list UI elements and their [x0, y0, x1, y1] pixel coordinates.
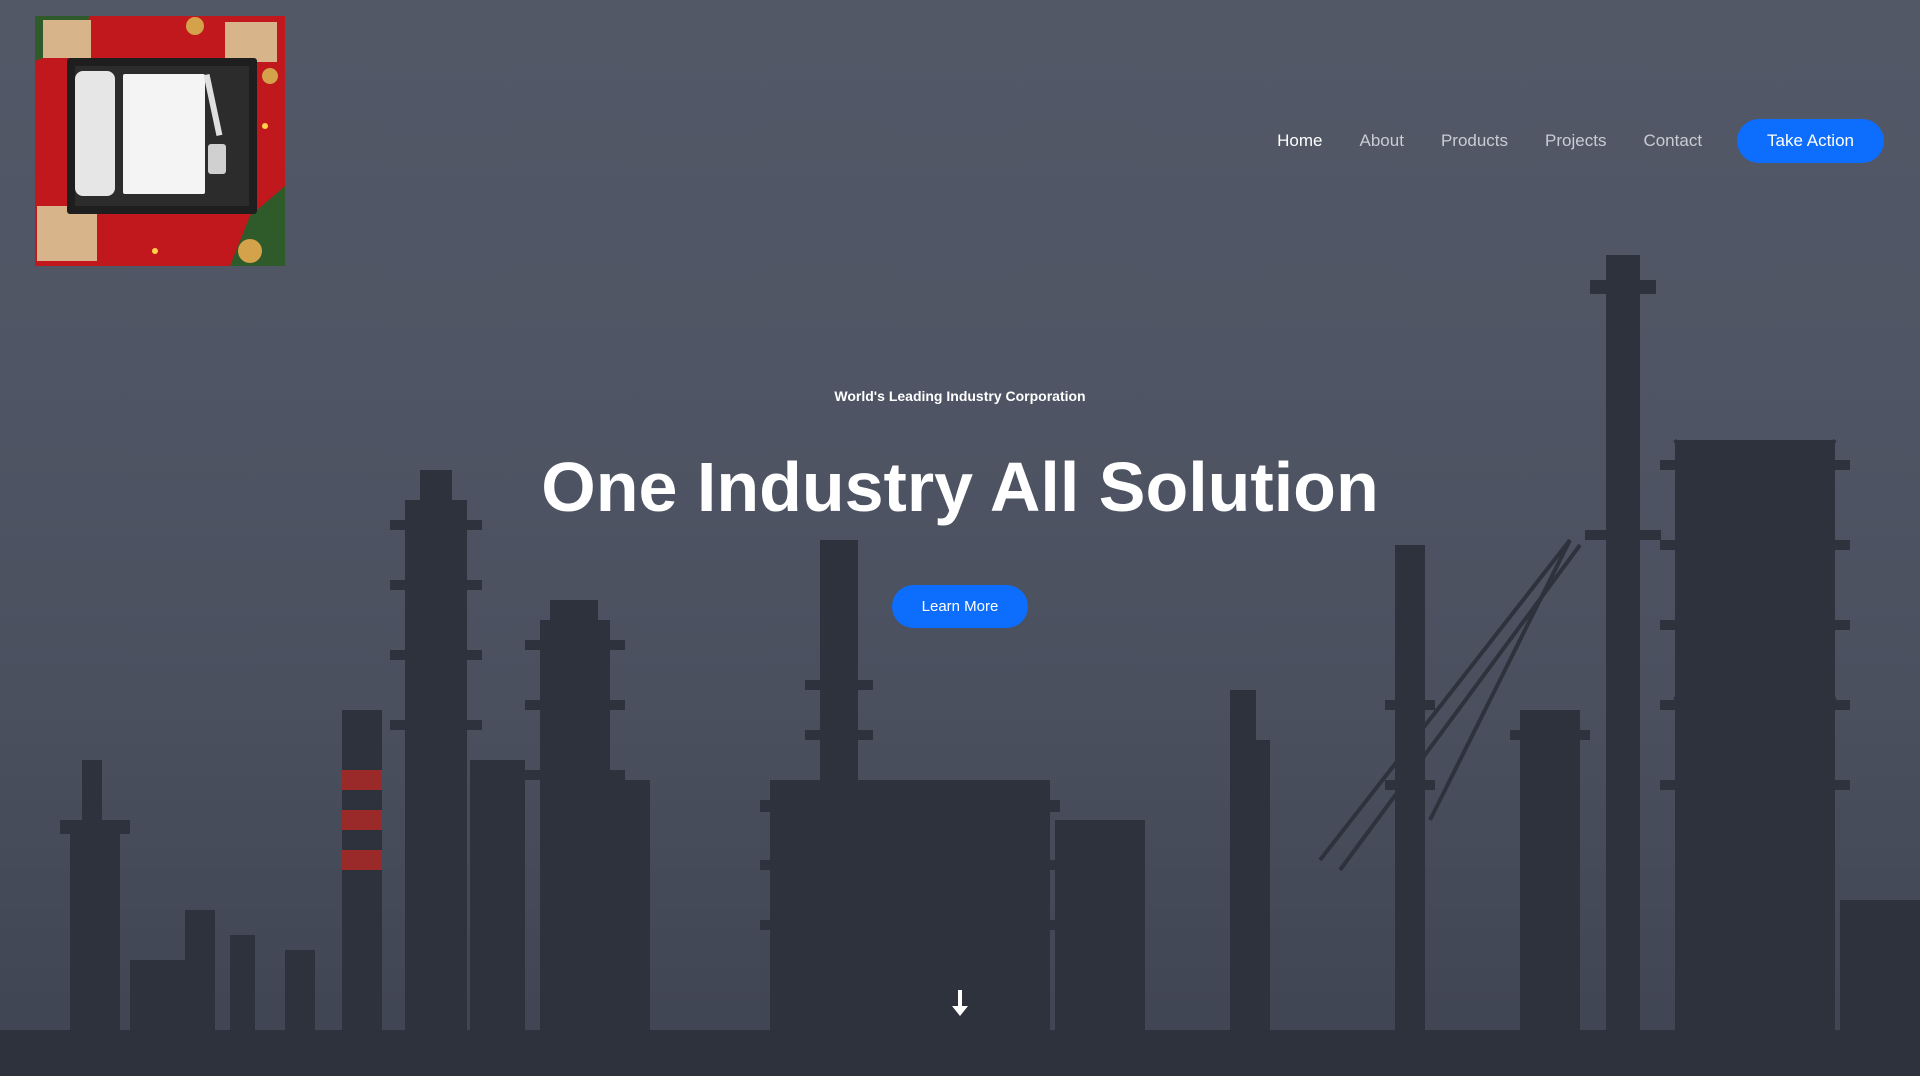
hero-section: Home About Products Projects Contact Tak… — [0, 0, 1920, 1076]
hero-headline: One Industry All Solution — [541, 448, 1379, 526]
nav-contact[interactable]: Contact — [1643, 131, 1702, 151]
nav-home[interactable]: Home — [1277, 131, 1322, 151]
nav-projects[interactable]: Projects — [1545, 131, 1606, 151]
learn-more-button[interactable]: Learn More — [892, 585, 1028, 628]
main-nav: Home About Products Projects Contact Tak… — [1277, 119, 1884, 163]
page-bottom-edge — [0, 1076, 1920, 1080]
take-action-button[interactable]: Take Action — [1737, 119, 1884, 163]
arrow-down-icon[interactable] — [948, 988, 972, 1018]
gift-box-product-photo-icon — [35, 16, 285, 266]
nav-about[interactable]: About — [1360, 131, 1404, 151]
hero-eyebrow: World's Leading Industry Corporation — [834, 388, 1086, 404]
logo[interactable] — [35, 16, 285, 266]
nav-products[interactable]: Products — [1441, 131, 1508, 151]
